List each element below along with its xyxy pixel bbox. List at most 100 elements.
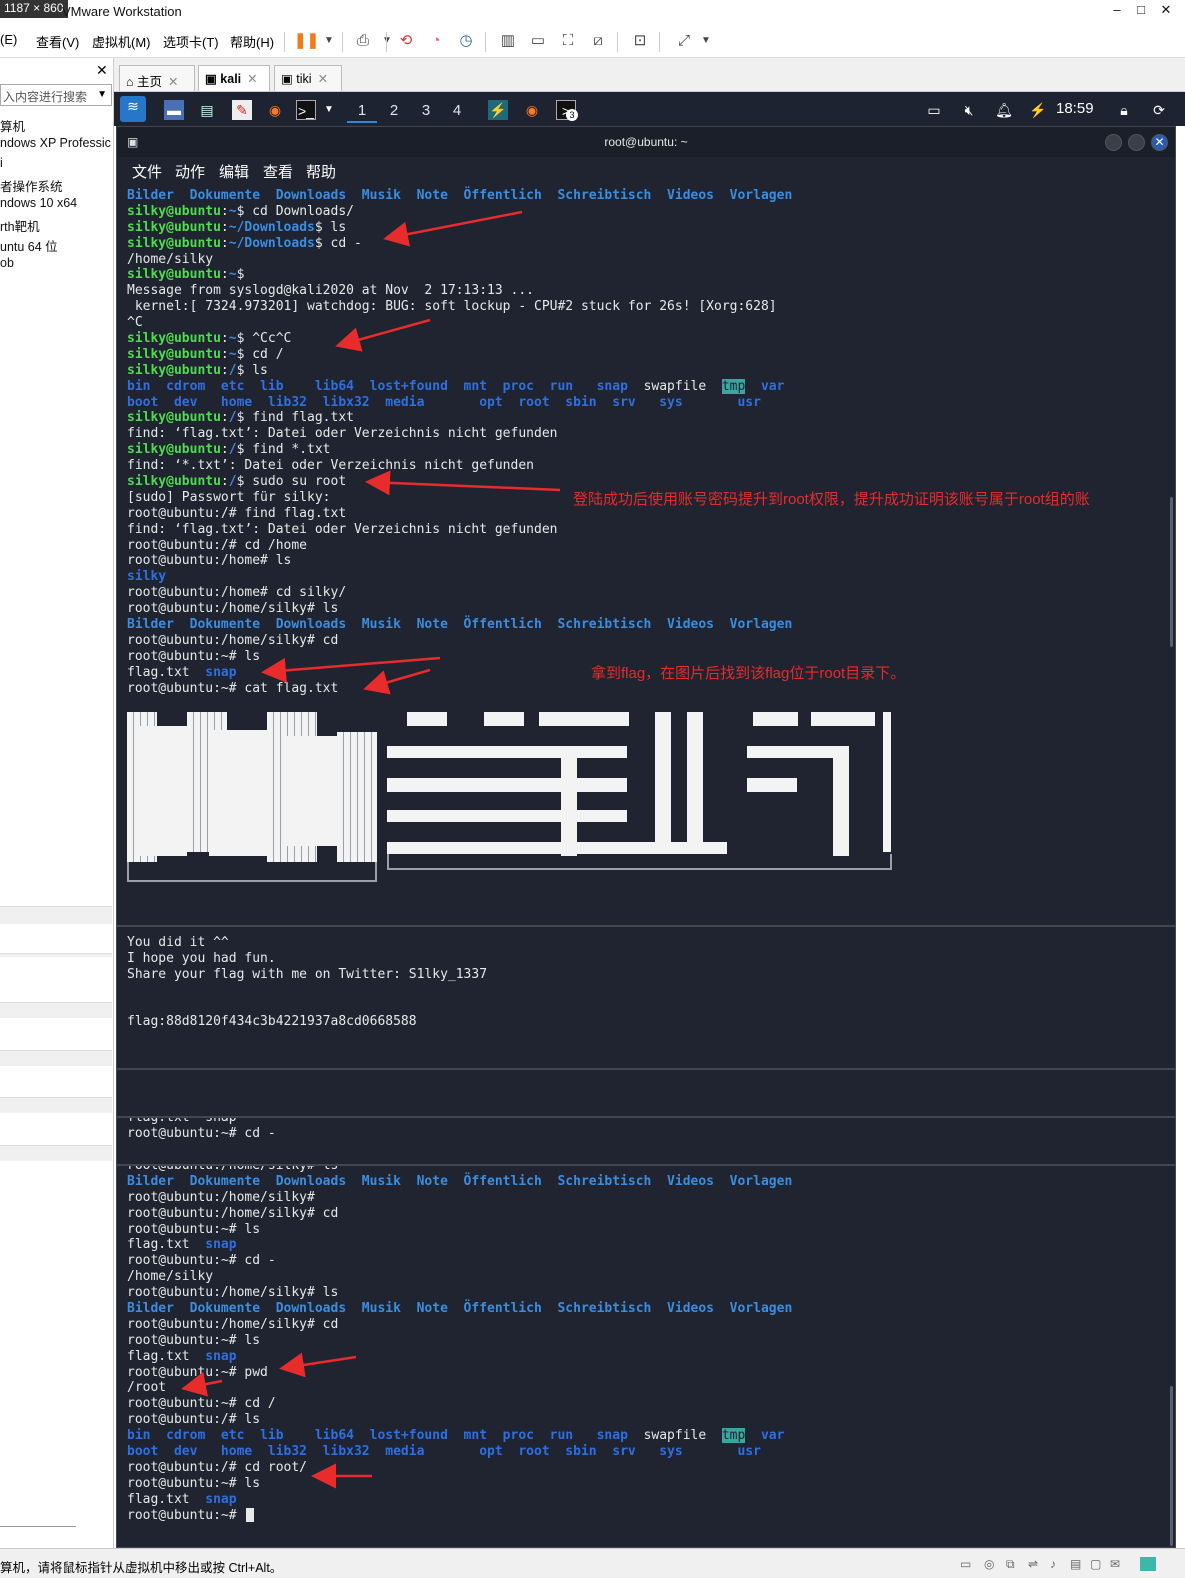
terminal-text: Message from syslogd@kali2020 at Nov 2 1…	[127, 283, 534, 299]
fullscreen-icon[interactable]: ⛶	[557, 30, 579, 52]
message-icon[interactable]: ✉	[1110, 1557, 1120, 1571]
library-item[interactable]: 者操作系统	[0, 176, 63, 195]
close-icon[interactable]: ✕	[96, 62, 108, 79]
revert-snapshot-icon[interactable]: ◔	[425, 30, 447, 52]
menu-action[interactable]: 动作	[175, 161, 205, 182]
menu-help[interactable]: 帮助	[306, 161, 336, 182]
scrollbar[interactable]	[1170, 497, 1173, 647]
firefox-icon[interactable]: ◉	[265, 100, 285, 120]
chevron-down-icon[interactable]: ▼	[319, 100, 339, 120]
close-button[interactable]: ✕	[1151, 134, 1168, 151]
close-window-button[interactable]: ✕	[1156, 2, 1176, 20]
terminal-text: silky@ubuntu	[127, 267, 221, 283]
terminal-text: $ sudo su root	[236, 474, 347, 490]
library-item[interactable]: i	[0, 156, 3, 170]
terminal-text: snap	[205, 664, 237, 680]
tab-kali[interactable]: ▣ kali ✕	[198, 65, 270, 91]
terminal-line: flag.txt snap	[127, 1237, 792, 1253]
workspace-4[interactable]: 4	[442, 99, 472, 123]
menu-help[interactable]: 帮助(H)	[230, 32, 274, 51]
chevron-down-icon[interactable]: ▼	[695, 30, 717, 52]
library-item[interactable]: ndows 10 x64	[0, 196, 77, 210]
console-view-icon[interactable]: ▭	[527, 30, 549, 52]
terminal-line: /root	[127, 1380, 792, 1396]
terminal-text: $ cd Downloads/	[236, 203, 354, 219]
terminal-text: boot dev home lib32 libx32 media opt roo…	[127, 1444, 761, 1460]
kali-menu-icon[interactable]: ≋	[120, 96, 146, 122]
close-icon[interactable]: ✕	[247, 72, 257, 86]
library-item[interactable]: ndows XP Professic	[0, 136, 111, 150]
scrollbar[interactable]	[1170, 1386, 1173, 1546]
terminal-line: Bilder Dokumente Downloads Musik Note Öf…	[127, 1174, 792, 1190]
tab-bar: ⌂ 主页 ✕ ▣ kali ✕ ▣ tiki ✕	[114, 58, 1185, 92]
library-item[interactable]: ob	[0, 256, 14, 270]
terminal-icon[interactable]: >_	[296, 100, 316, 120]
terminal-line: silky@ubuntu:/$ ls	[127, 363, 792, 379]
vmtools-icon[interactable]	[1140, 1557, 1156, 1571]
send-keys-icon[interactable]: ⎙	[352, 30, 374, 52]
terminal-line: root@ubuntu:~# ls	[127, 1333, 792, 1349]
chevron-down-icon[interactable]: ▼	[318, 30, 340, 52]
library-item[interactable]: 算机	[0, 116, 25, 135]
minimize-button[interactable]: –	[1107, 2, 1127, 20]
stretch-icon[interactable]: ⤢	[673, 30, 695, 52]
menu-edit[interactable]: 编辑	[219, 161, 249, 182]
workspace-2[interactable]: 2	[379, 99, 409, 123]
mute-icon[interactable]: 🔇︎	[959, 100, 979, 120]
pause-icon[interactable]: ❚❚	[294, 30, 319, 52]
bell-icon[interactable]: 🔔︎	[994, 100, 1014, 120]
terminal-text: :	[220, 362, 229, 378]
library-item[interactable]: rth靶机	[0, 216, 40, 235]
power-icon[interactable]: ⚡	[1028, 100, 1048, 120]
file-manager-icon[interactable]: ▤	[197, 100, 217, 120]
logout-icon[interactable]: ⟳	[1149, 100, 1169, 120]
terminal-text: root@ubuntu:~# cd -	[127, 1125, 276, 1141]
workspace-1[interactable]: 1	[347, 99, 377, 123]
close-icon[interactable]: ✕	[168, 75, 178, 89]
task-icon[interactable]: ⚡	[488, 100, 508, 120]
menu-view[interactable]: 查看	[263, 161, 293, 182]
menu-tabs[interactable]: 选项卡(T)	[163, 32, 219, 51]
cd-icon[interactable]: ◎	[984, 1557, 994, 1571]
maximize-button[interactable]: □	[1131, 2, 1151, 20]
firefox-icon[interactable]: ◉	[522, 100, 542, 120]
library-item[interactable]: untu 64 位	[0, 236, 58, 255]
snapshot-icon[interactable]: ⟲	[395, 30, 417, 52]
network-icon[interactable]: ⧉	[1006, 1557, 1015, 1572]
tab-home[interactable]: ⌂ 主页 ✕	[119, 65, 195, 91]
text-editor-icon[interactable]: ✎	[232, 100, 252, 120]
printer-icon[interactable]: ▤	[1070, 1557, 1081, 1571]
menu-file[interactable]: 文件	[132, 161, 162, 182]
hdd-icon[interactable]: ▭	[960, 1557, 971, 1571]
menu-vm[interactable]: 虚拟机(M)	[92, 32, 151, 51]
terminal-window-bottom: root@ubuntu:/home/silky# ls Bilder Dokume…	[116, 1165, 1176, 1548]
tab-tiki[interactable]: ▣ tiki ✕	[274, 65, 342, 91]
minimize-button[interactable]	[1105, 134, 1122, 151]
sound-icon[interactable]: ♪	[1050, 1557, 1056, 1571]
library-search-input[interactable]: 入内容进行搜索 ▼	[0, 84, 112, 106]
menu-view[interactable]: 查看(V)	[36, 32, 79, 51]
vm-icon: ▣	[205, 72, 221, 86]
show-desktop-icon[interactable]: ▬	[164, 100, 184, 120]
unity-icon[interactable]: ⧄	[587, 30, 609, 52]
terminal-text: snap	[205, 1237, 237, 1253]
workspace-3[interactable]: 3	[411, 99, 441, 123]
terminal-text: Share your flag with me on Twitter: S1lk…	[127, 966, 488, 982]
terminal-text: silky@ubuntu	[127, 219, 221, 235]
terminal-line: silky@ubuntu:~/Downloads$ ls	[127, 220, 792, 236]
chevron-down-icon[interactable]: ▼	[97, 89, 107, 100]
menu-edit[interactable]: (E)	[0, 32, 17, 47]
snapshot-manager-icon[interactable]: ◷	[455, 30, 477, 52]
task-badge: 3	[566, 109, 578, 121]
terminal-line: root@ubuntu:~# ls	[127, 1222, 792, 1238]
usb-icon[interactable]: ⇌	[1028, 1557, 1038, 1571]
monitor-icon[interactable]: ▭	[924, 100, 944, 120]
close-icon[interactable]: ✕	[318, 72, 328, 86]
lock-icon[interactable]: 🔒︎	[1114, 100, 1134, 120]
terminal-text: snap	[205, 1348, 237, 1364]
sidebar-toggle-icon[interactable]: ▥	[497, 30, 519, 52]
maximize-button[interactable]	[1128, 134, 1145, 151]
menu-bar: (E) 查看(V) 虚拟机(M) 选项卡(T) 帮助(H) ❚❚ ▼ ⎙ ▼ ⟲…	[0, 24, 1185, 58]
display-icon[interactable]: ▢	[1090, 1557, 1101, 1571]
terminal-icon[interactable]: ⊡	[629, 30, 651, 52]
